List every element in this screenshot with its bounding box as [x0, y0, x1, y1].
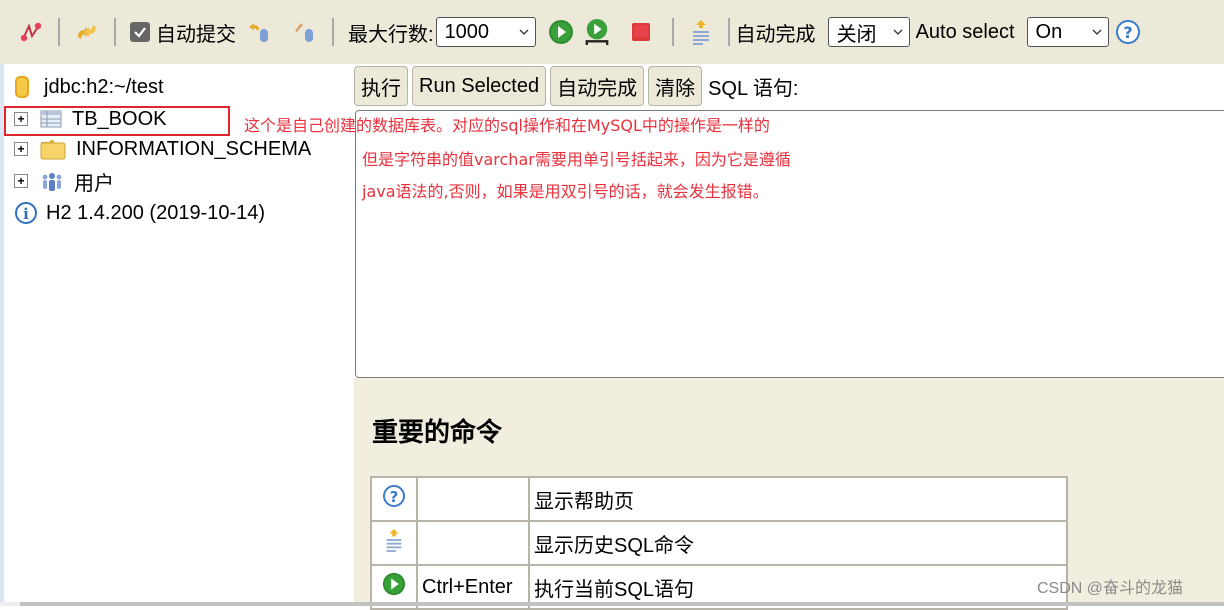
- main-toolbar: 自动提交 最大行数: 1000 自动完成 关闭 Auto select On ?: [0, 0, 1224, 64]
- toolbar-separator: [671, 18, 674, 46]
- chevron-down-icon: [519, 29, 529, 35]
- svg-text:?: ?: [1123, 23, 1132, 42]
- rollback-icon[interactable]: [246, 19, 272, 45]
- chevron-down-icon: [1092, 29, 1101, 35]
- annotation-line: 但是字符串的值varchar需要用单引号括起来，因为它是遵循: [362, 150, 791, 169]
- auto-select-label: Auto select: [915, 20, 1015, 43]
- svg-text:i: i: [23, 205, 29, 223]
- auto-select-value: On: [1035, 20, 1063, 43]
- clear-button[interactable]: 清除: [648, 66, 703, 106]
- run-selected-icon[interactable]: [584, 17, 610, 47]
- max-rows-value: 1000: [444, 20, 490, 43]
- tree-item-users[interactable]: + 用户: [4, 166, 114, 196]
- refresh-icon[interactable]: [74, 19, 100, 45]
- tree-item-label[interactable]: INFORMATION_SCHEMA: [76, 138, 311, 161]
- table-row: 显示历史SQL命令: [370, 520, 1068, 566]
- tree-connection[interactable]: jdbc:h2:~/test: [14, 72, 164, 102]
- chevron-down-icon: [893, 29, 903, 35]
- shortcut-cell: [416, 476, 530, 522]
- description-cell: 显示历史SQL命令: [528, 520, 1068, 566]
- help-icon[interactable]: ?: [1115, 19, 1141, 45]
- folder-icon: [40, 140, 66, 160]
- autocomplete-value: 关闭: [836, 23, 877, 46]
- toolbar-separator: [114, 18, 116, 46]
- annotation-line: java语法的,否则，如果是用双引号的话，就会发生报错。: [362, 182, 769, 201]
- info-icon: i: [15, 202, 37, 224]
- version-label: H2 1.4.200 (2019-10-14): [46, 201, 266, 224]
- users-icon: [42, 173, 62, 191]
- tree-item-information-schema[interactable]: + INFORMATION_SCHEMA: [4, 134, 311, 164]
- commands-table: ? 显示帮助页 显示历史SQL命令 Ctrl+Enter 执行当前SQL语句: [370, 476, 1068, 610]
- sql-statement-label: SQL 语句:: [708, 77, 799, 100]
- help-icon: ?: [383, 485, 405, 507]
- expand-icon[interactable]: +: [14, 142, 28, 156]
- svg-text:?: ?: [390, 488, 399, 506]
- auto-select-select[interactable]: On: [1026, 17, 1109, 47]
- commit-icon[interactable]: [292, 19, 318, 45]
- annotation-highlight-box: [4, 106, 230, 136]
- toolbar-separator: [332, 18, 334, 46]
- max-rows-label: 最大行数:: [348, 23, 434, 46]
- table-row: ? 显示帮助页: [370, 476, 1068, 522]
- run-icon: [382, 572, 406, 596]
- watermark: CSDN @奋斗的龙猫: [1037, 580, 1184, 597]
- autocommit-label: 自动提交: [156, 23, 236, 46]
- tree-item-label[interactable]: 用户: [74, 167, 114, 196]
- horizontal-scrollbar[interactable]: [0, 602, 1224, 606]
- stop-icon[interactable]: [628, 19, 654, 45]
- history-icon: [386, 529, 402, 552]
- autocomplete-label: 自动完成: [735, 23, 816, 46]
- run-selected-button[interactable]: Run Selected: [412, 66, 547, 106]
- help-panel: 重要的命令 ? 显示帮助页 显示历史SQL命令 Ctrl+Enter 执行当前S…: [354, 378, 1224, 610]
- annotation-line: 这个是自己创建的数据库表。对应的sql操作和在MySQL中的操作是一样的: [244, 116, 770, 135]
- shortcut-cell: [416, 520, 530, 566]
- autocomplete-select[interactable]: 关闭: [827, 17, 910, 47]
- run-icon[interactable]: [548, 19, 574, 45]
- execute-button[interactable]: 执行: [354, 66, 408, 106]
- connection-label[interactable]: jdbc:h2:~/test: [44, 76, 164, 99]
- scrollbar-thumb[interactable]: [20, 602, 1224, 606]
- expand-icon[interactable]: +: [14, 174, 28, 188]
- autocommit-checkbox[interactable]: [130, 22, 150, 42]
- history-icon[interactable]: [688, 19, 714, 45]
- autocomplete-button[interactable]: 自动完成: [550, 66, 645, 106]
- toolbar-separator: [727, 18, 730, 46]
- help-title: 重要的命令: [372, 418, 503, 448]
- toolbar-separator: [58, 18, 60, 46]
- disconnect-icon[interactable]: [18, 19, 44, 45]
- icon-cell: [370, 520, 418, 566]
- sql-toolbar: 执行 Run Selected 自动完成 清除 SQL 语句:: [354, 66, 798, 106]
- schema-tree: jdbc:h2:~/test + TB_BOOK + INFORMATION_S…: [4, 64, 354, 604]
- max-rows-select[interactable]: 1000: [435, 17, 536, 47]
- database-icon: [15, 76, 29, 98]
- icon-cell: ?: [370, 476, 418, 522]
- description-cell: 显示帮助页: [528, 476, 1068, 522]
- tree-version: i H2 1.4.200 (2019-10-14): [14, 198, 265, 228]
